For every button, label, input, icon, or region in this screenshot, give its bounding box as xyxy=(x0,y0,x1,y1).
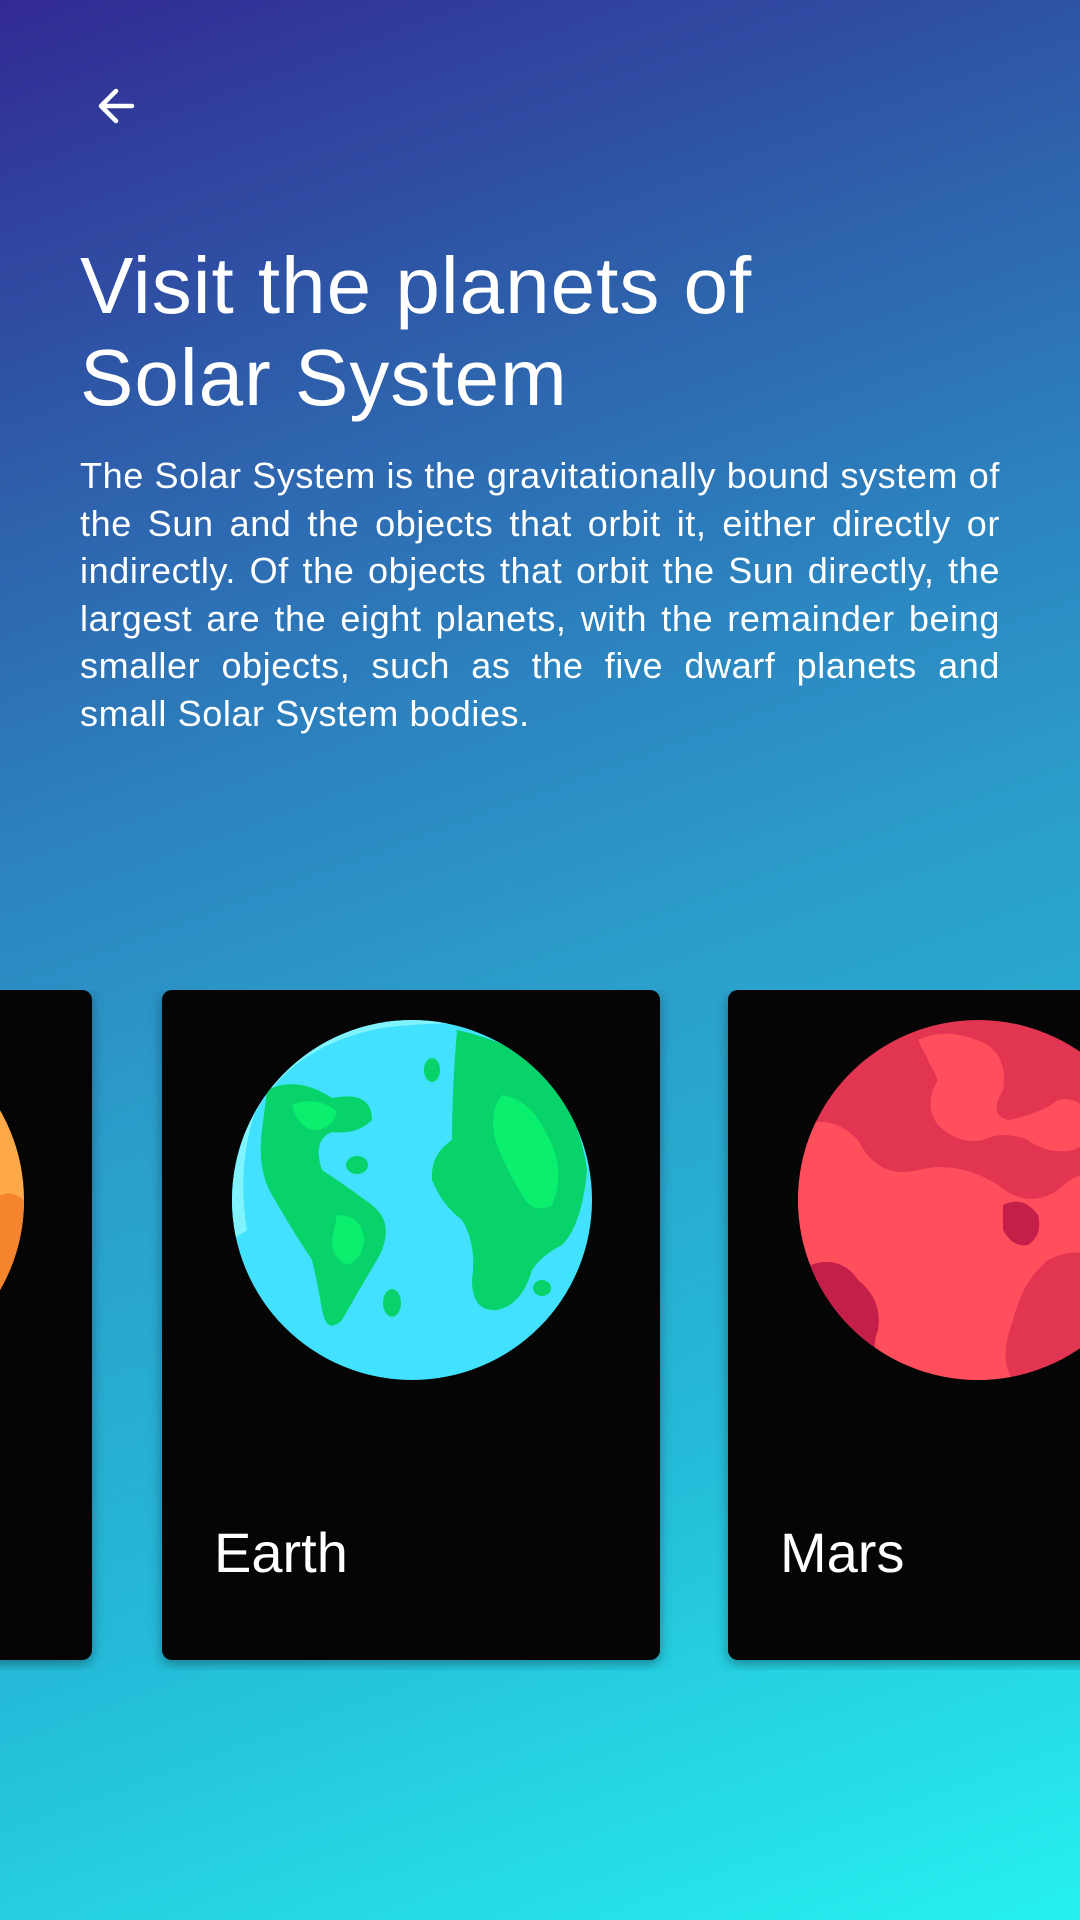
planet-name: Mars xyxy=(780,1521,905,1584)
back-button[interactable] xyxy=(80,70,152,142)
planet-card-earth[interactable]: Earth xyxy=(162,990,660,1660)
planet-card-mars[interactable]: Mars xyxy=(728,990,1080,1660)
title-line-1: Visit the planets of xyxy=(80,241,753,330)
mars-icon xyxy=(798,1020,1080,1380)
title-line-2: Solar System xyxy=(80,333,568,422)
planet-card-sun[interactable] xyxy=(0,990,92,1660)
sun-icon xyxy=(0,1110,24,1291)
earth-icon xyxy=(232,1020,592,1380)
page-title: Visit the planets of Solar System xyxy=(80,240,1000,424)
page-description: The Solar System is the gravitationally … xyxy=(80,455,1000,734)
planet-name: Earth xyxy=(214,1521,348,1584)
planet-carousel[interactable]: Earth Mars xyxy=(0,990,1080,1670)
arrow-left-icon xyxy=(98,88,135,124)
